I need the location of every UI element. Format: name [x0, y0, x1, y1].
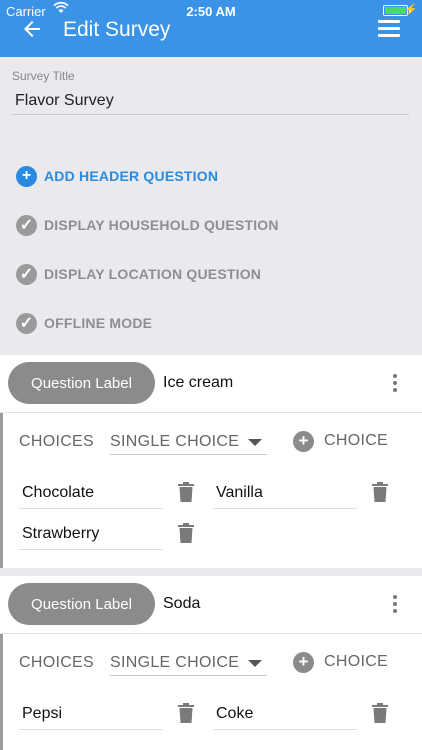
question-card: Question Label Soda CHOICES SINGLE CHOIC… — [0, 576, 422, 750]
question-label-button[interactable]: Question Label — [8, 362, 155, 404]
status-time: 2:50 AM — [186, 4, 236, 19]
check-circle-icon: ✓ — [16, 312, 37, 334]
page-title: Edit Survey — [63, 18, 171, 41]
choice-input[interactable] — [213, 477, 357, 509]
offline-mode-toggle[interactable]: ✓ OFFLINE MODE — [16, 312, 152, 334]
check-circle-icon: ✓ — [16, 263, 37, 285]
add-choice-button[interactable]: + CHOICE — [293, 650, 388, 674]
choice-type-select[interactable]: SINGLE CHOICE — [110, 429, 267, 455]
add-header-question-button[interactable]: + ADD HEADER QUESTION — [16, 165, 218, 187]
choice-input[interactable] — [19, 698, 163, 730]
question-card: Question Label Ice cream CHOICES SINGLE … — [0, 355, 422, 568]
choice-input[interactable] — [19, 477, 163, 509]
more-vert-icon[interactable] — [392, 374, 398, 394]
dropdown-caret-icon — [248, 660, 262, 667]
add-circle-icon: + — [293, 430, 314, 452]
trash-icon[interactable] — [178, 703, 194, 723]
add-choice-label: CHOICE — [324, 653, 389, 670]
survey-title-label: Survey Title — [12, 69, 75, 83]
question-header: Question Label Ice cream — [0, 355, 422, 413]
survey-title-input[interactable] — [12, 87, 409, 115]
choices-label: CHOICES — [19, 433, 94, 450]
trash-icon[interactable] — [178, 523, 194, 543]
survey-settings: Survey Title + ADD HEADER QUESTION ✓ DIS… — [0, 57, 422, 353]
back-arrow-icon[interactable] — [20, 17, 44, 41]
question-header: Question Label Soda — [0, 576, 422, 634]
add-choice-button[interactable]: + CHOICE — [293, 429, 388, 453]
question-label-button[interactable]: Question Label — [8, 583, 155, 625]
choice-type-value: SINGLE CHOICE — [110, 654, 240, 671]
charging-icon: ⚡ — [404, 4, 418, 16]
more-vert-icon[interactable] — [392, 595, 398, 615]
trash-icon[interactable] — [372, 482, 388, 502]
offline-mode-label: OFFLINE MODE — [44, 315, 153, 331]
question-text[interactable]: Ice cream — [163, 374, 233, 392]
add-choice-label: CHOICE — [324, 432, 389, 449]
display-household-toggle[interactable]: ✓ DISPLAY HOUSEHOLD QUESTION — [16, 214, 279, 236]
add-circle-icon: + — [293, 651, 314, 673]
menu-icon[interactable] — [378, 20, 400, 38]
display-location-label: DISPLAY LOCATION QUESTION — [44, 266, 262, 282]
question-choices: CHOICES SINGLE CHOICE + CHOICE — [0, 413, 422, 568]
choice-input[interactable] — [213, 698, 357, 730]
add-header-question-label: ADD HEADER QUESTION — [44, 168, 219, 184]
choice-type-select[interactable]: SINGLE CHOICE — [110, 650, 267, 676]
question-text[interactable]: Soda — [163, 595, 200, 613]
trash-icon[interactable] — [178, 482, 194, 502]
choice-input[interactable] — [19, 518, 163, 550]
check-circle-icon: ✓ — [16, 214, 37, 236]
trash-icon[interactable] — [372, 703, 388, 723]
dropdown-caret-icon — [248, 439, 262, 446]
add-circle-icon: + — [16, 165, 37, 187]
choices-label: CHOICES — [19, 654, 94, 671]
display-location-toggle[interactable]: ✓ DISPLAY LOCATION QUESTION — [16, 263, 261, 285]
question-choices: CHOICES SINGLE CHOICE + CHOICE — [0, 634, 422, 750]
app-bar: Carrier 2:50 AM ⚡ Edit Survey — [0, 0, 422, 57]
edit-survey-screen: Carrier 2:50 AM ⚡ Edit Survey Survey Tit… — [0, 0, 422, 750]
display-household-label: DISPLAY HOUSEHOLD QUESTION — [44, 217, 279, 233]
choice-type-value: SINGLE CHOICE — [110, 433, 240, 450]
